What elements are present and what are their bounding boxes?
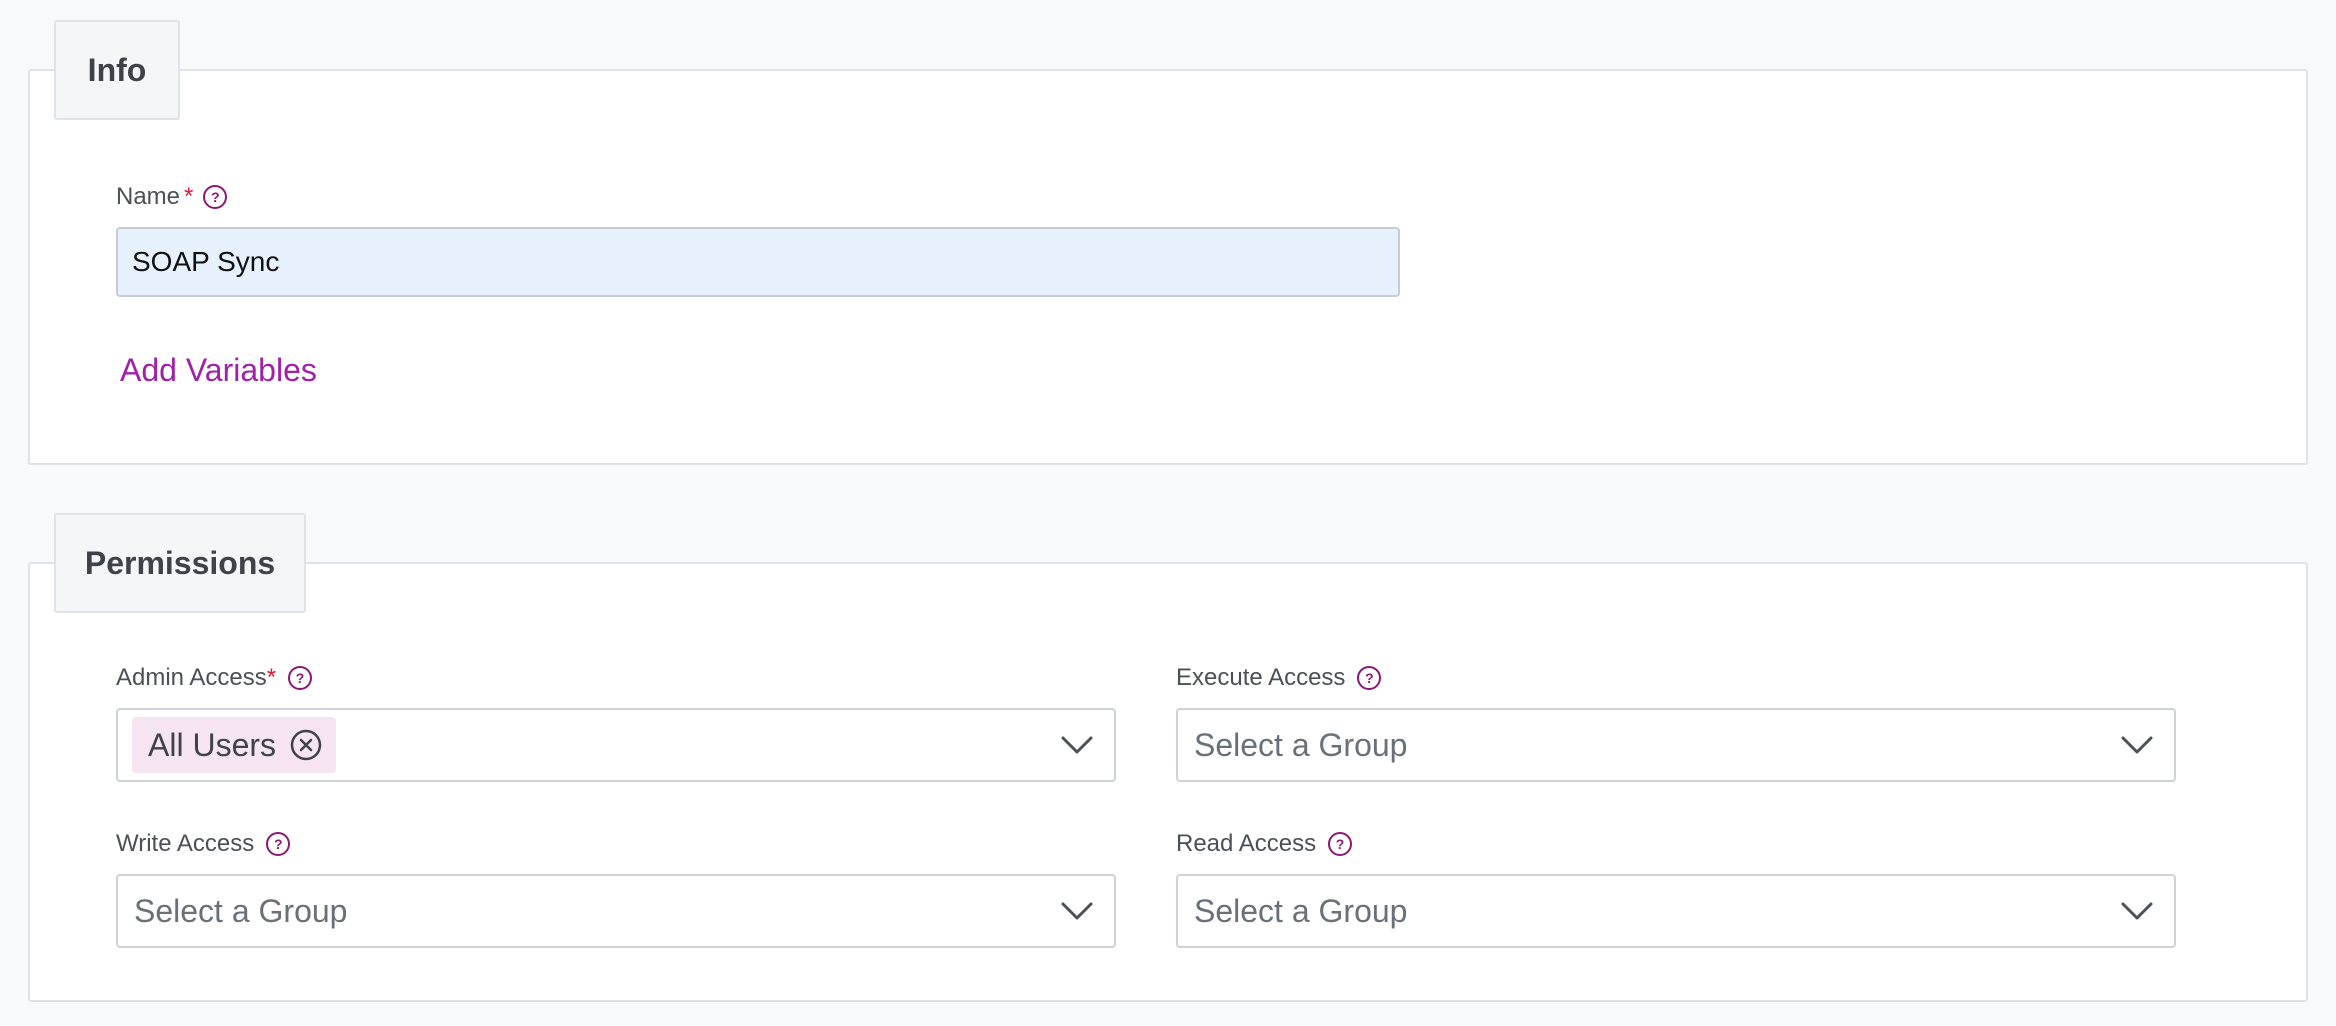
admin-access-label: Admin Access * ?: [116, 663, 313, 693]
question-circle-icon[interactable]: ?: [203, 185, 228, 209]
execute-access-label: Execute Access ?: [1176, 663, 1382, 693]
permissions-legend: Permissions: [54, 513, 306, 613]
question-circle-icon[interactable]: ?: [266, 832, 291, 856]
question-circle-icon[interactable]: ?: [288, 666, 313, 690]
name-label-text: Name: [116, 183, 181, 210]
info-legend-title: Info: [87, 51, 147, 88]
all-users-chip: All Users: [132, 717, 337, 773]
permissions-legend-title: Permissions: [84, 544, 276, 581]
write-access-placeholder: Select a Group: [134, 892, 348, 929]
write-access-select[interactable]: Select a Group: [116, 874, 1116, 948]
admin-access-label-text: Admin Access: [116, 664, 267, 691]
info-legend: Info: [54, 20, 180, 120]
read-access-select[interactable]: Select a Group: [1176, 874, 2176, 948]
chip-label: All Users: [148, 726, 277, 763]
add-variables-link[interactable]: Add Variables: [120, 352, 317, 389]
question-circle-icon[interactable]: ?: [1328, 832, 1353, 856]
name-label: Name * ?: [116, 182, 228, 212]
read-access-placeholder: Select a Group: [1194, 892, 1408, 929]
x-circle-icon[interactable]: [290, 729, 322, 761]
required-marker: *: [266, 664, 277, 691]
required-marker: *: [184, 183, 194, 210]
chevron-down-icon[interactable]: [2120, 735, 2154, 755]
write-access-label-text: Write Access: [116, 830, 255, 857]
execute-access-select[interactable]: Select a Group: [1176, 708, 2176, 782]
chevron-down-icon[interactable]: [1060, 901, 1094, 921]
read-access-label: Read Access ?: [1176, 829, 1353, 859]
name-input[interactable]: [116, 227, 1400, 297]
admin-access-select[interactable]: All Users: [116, 708, 1116, 782]
chevron-down-icon[interactable]: [1060, 735, 1094, 755]
chevron-down-icon[interactable]: [2120, 901, 2154, 921]
execute-access-label-text: Execute Access: [1176, 664, 1346, 691]
read-access-label-text: Read Access: [1176, 830, 1317, 857]
write-access-label: Write Access ?: [116, 829, 291, 859]
question-circle-icon[interactable]: ?: [1357, 666, 1382, 690]
execute-access-placeholder: Select a Group: [1194, 726, 1408, 763]
